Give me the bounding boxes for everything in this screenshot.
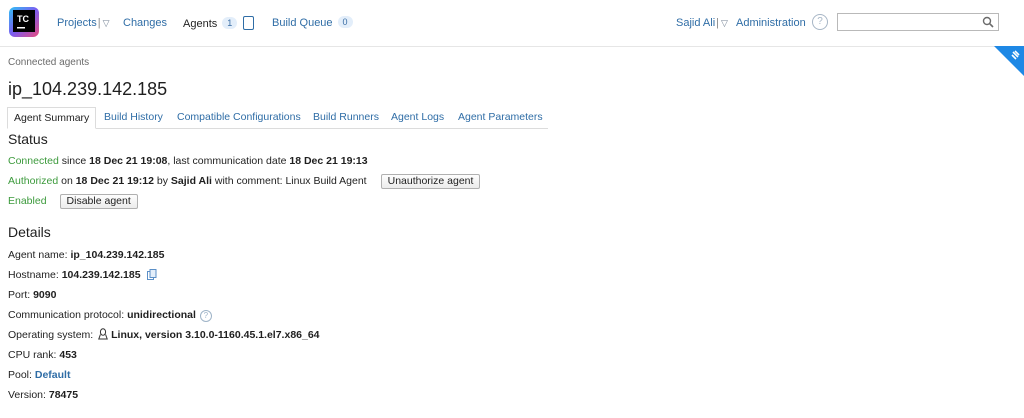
detail-port: Port: 9090	[8, 288, 56, 302]
detail-hostname: Hostname: 104.239.142.185	[8, 268, 157, 282]
separator: |	[716, 17, 719, 29]
chevron-down-icon[interactable]: ▽	[103, 18, 110, 28]
search-input[interactable]	[838, 16, 984, 32]
pool-label: Pool:	[8, 369, 35, 381]
detail-cpu-rank: CPU rank: 453	[8, 348, 77, 362]
svg-text:TC: TC	[17, 14, 29, 24]
cpu-label: CPU rank:	[8, 349, 60, 361]
detail-agent-name: Agent name: ip_104.239.142.185	[8, 248, 164, 262]
page-title: ip_104.239.142.185	[8, 79, 168, 99]
detail-protocol: Communication protocol: unidirectional?	[8, 308, 212, 322]
port-label: Port:	[8, 289, 34, 301]
disable-agent-button[interactable]: Disable agent	[59, 194, 138, 209]
chevron-down-icon[interactable]: ▽	[721, 18, 728, 28]
tab-agent-parameters[interactable]: Agent Parameters	[458, 107, 543, 127]
connected-since-value: 18 Dec 21 19:08	[89, 155, 168, 167]
connected-label: Connected	[8, 155, 59, 167]
pool-link[interactable]: Default	[35, 369, 71, 381]
version-value: 78475	[48, 389, 79, 401]
hostname-label: Hostname:	[8, 269, 62, 281]
agents-icon[interactable]	[243, 16, 255, 30]
agents-count-badge: 1	[222, 17, 238, 29]
search-box[interactable]	[837, 13, 999, 32]
agent-tabs: Agent Summary Build History Compatible C…	[7, 107, 548, 129]
nav-projects-label[interactable]: Projects	[57, 17, 97, 29]
authorized-on-value: 18 Dec 21 19:12	[75, 175, 154, 187]
comment-text: with comment: Linux Build Agent	[211, 175, 367, 187]
corner-badge-icon[interactable]	[994, 46, 1024, 76]
by-text: by	[153, 175, 171, 187]
last-comm-value: 18 Dec 21 19:13	[289, 155, 368, 167]
help-icon[interactable]: ?	[812, 14, 828, 30]
on-text: on	[58, 175, 76, 187]
status-heading: Status	[8, 131, 48, 147]
agent-name-label: Agent name:	[8, 249, 71, 261]
protocol-label: Communication protocol:	[8, 309, 128, 321]
since-text: since	[58, 155, 90, 167]
nav-projects[interactable]: Projects| ▽	[57, 16, 110, 30]
separator: |	[97, 17, 101, 29]
status-authorized-row: Authorized on 18 Dec 21 19:12 by Sajid A…	[8, 174, 481, 189]
tab-compatible-configurations[interactable]: Compatible Configurations	[177, 107, 301, 127]
build-queue-count-badge: 0	[337, 16, 353, 28]
detail-operating-system: Operating system: Linux, version 3.10.0-…	[8, 328, 320, 342]
authorized-by-value: Sajid Ali	[170, 175, 212, 187]
nav-changes[interactable]: Changes	[123, 16, 167, 30]
os-value: Linux, version 3.10.0-1160.45.1.el7.x86_…	[111, 329, 320, 341]
os-label: Operating system:	[8, 329, 97, 341]
nav-build-queue[interactable]: Build Queue 0	[272, 16, 353, 30]
nav-build-queue-label[interactable]: Build Queue	[272, 17, 333, 29]
unauthorize-agent-button[interactable]: Unauthorize agent	[380, 174, 481, 189]
copy-icon[interactable]	[147, 269, 157, 280]
agent-name-value: ip_104.239.142.185	[70, 249, 165, 261]
nav-agents[interactable]: Agents 1	[183, 16, 255, 31]
tab-agent-logs[interactable]: Agent Logs	[391, 107, 444, 127]
nav-agents-label[interactable]: Agents	[183, 18, 217, 30]
top-navigation-bar: TC Projects| ▽ Changes Agents 1 Build Queu…	[0, 0, 1024, 47]
port-value: 9090	[33, 289, 57, 301]
last-comm-text: , last communication date	[167, 155, 290, 167]
cpu-value: 453	[59, 349, 77, 361]
search-icon[interactable]	[982, 16, 994, 28]
nav-administration[interactable]: Administration	[736, 16, 806, 30]
tab-agent-summary[interactable]: Agent Summary	[7, 107, 97, 129]
version-label: Version:	[8, 389, 49, 401]
hostname-value: 104.239.142.185	[61, 269, 141, 281]
detail-version: Version: 78475	[8, 388, 78, 402]
status-connected-row: Connected since 18 Dec 21 19:08, last co…	[8, 154, 368, 168]
tab-build-runners[interactable]: Build Runners	[313, 107, 379, 127]
protocol-value: unidirectional	[127, 309, 196, 321]
status-enabled-row: Enabled Disable agent	[8, 194, 138, 209]
tab-build-history[interactable]: Build History	[104, 107, 163, 127]
details-heading: Details	[8, 224, 51, 240]
user-menu[interactable]: Sajid Ali| ▽	[676, 16, 728, 30]
question-icon[interactable]: ?	[199, 310, 212, 322]
detail-pool: Pool: Default	[8, 368, 70, 382]
enabled-label: Enabled	[8, 195, 47, 207]
breadcrumb[interactable]: Connected agents	[8, 57, 89, 68]
linux-icon	[98, 328, 109, 340]
teamcity-logo[interactable]: TC	[9, 7, 39, 37]
user-name[interactable]: Sajid Ali	[676, 17, 715, 29]
authorized-label: Authorized	[8, 175, 59, 187]
